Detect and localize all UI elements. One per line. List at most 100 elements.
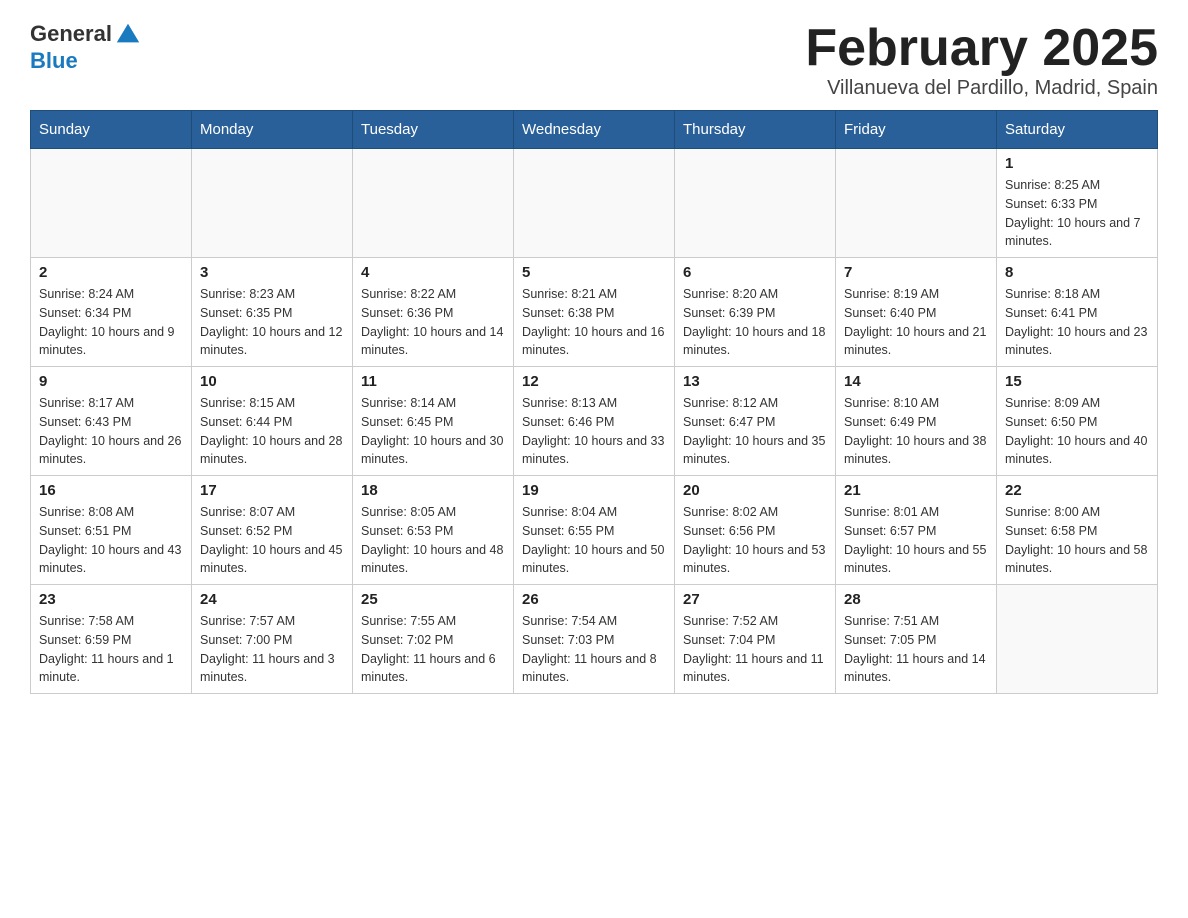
calendar-cell: 5Sunrise: 8:21 AMSunset: 6:38 PMDaylight… [514, 258, 675, 367]
day-info: Sunrise: 8:23 AMSunset: 6:35 PMDaylight:… [200, 285, 344, 360]
calendar-table: SundayMondayTuesdayWednesdayThursdayFrid… [30, 110, 1158, 694]
day-number: 19 [522, 482, 666, 499]
header-day-thursday: Thursday [675, 111, 836, 149]
header-day-tuesday: Tuesday [353, 111, 514, 149]
logo-icon [114, 20, 142, 48]
calendar-cell: 8Sunrise: 8:18 AMSunset: 6:41 PMDaylight… [997, 258, 1158, 367]
calendar-cell: 18Sunrise: 8:05 AMSunset: 6:53 PMDayligh… [353, 476, 514, 585]
day-info: Sunrise: 8:02 AMSunset: 6:56 PMDaylight:… [683, 503, 827, 578]
calendar-cell: 7 Sunrise: 8:19 AMSunset: 6:40 PMDaylight… [836, 258, 997, 367]
calendar-cell: 16 Sunrise: 8:08 AMSunset: 6:51 PMDayligh… [31, 476, 192, 585]
calendar-cell: 15Sunrise: 8:09 AMSunset: 6:50 PMDayligh… [997, 367, 1158, 476]
calendar-cell: 10Sunrise: 8:15 AMSunset: 6:44 PMDayligh… [192, 367, 353, 476]
logo-general-text: General [30, 21, 112, 47]
calendar-cell: 13 Sunrise: 8:12 AMSunset: 6:47 PMDayligh… [675, 367, 836, 476]
calendar-week-2: 9 Sunrise: 8:17 AMSunset: 6:43 PMDaylight… [31, 367, 1158, 476]
calendar-cell [836, 149, 997, 258]
day-number: 12 [522, 373, 666, 390]
day-number: 28 [844, 591, 988, 608]
calendar-body: 1Sunrise: 8:25 AMSunset: 6:33 PMDaylight… [31, 149, 1158, 694]
calendar-cell: 2 Sunrise: 8:24 AMSunset: 6:34 PMDaylight… [31, 258, 192, 367]
day-number: 20 [683, 482, 827, 499]
day-number: 25 [361, 591, 505, 608]
day-info: Sunrise: 8:01 AMSunset: 6:57 PMDaylight:… [844, 503, 988, 578]
header-day-friday: Friday [836, 111, 997, 149]
calendar-cell: 4 Sunrise: 8:22 AMSunset: 6:36 PMDaylight… [353, 258, 514, 367]
header-day-saturday: Saturday [997, 111, 1158, 149]
day-number: 8 [1005, 264, 1149, 281]
day-info: Sunrise: 8:10 AMSunset: 6:49 PMDaylight:… [844, 394, 988, 469]
header-row: SundayMondayTuesdayWednesdayThursdayFrid… [31, 111, 1158, 149]
title-area: February 2025 Villanueva del Pardillo, M… [805, 20, 1158, 100]
day-number: 13 [683, 373, 827, 390]
calendar-cell [514, 149, 675, 258]
day-info: Sunrise: 7:51 AMSunset: 7:05 PMDaylight:… [844, 612, 988, 687]
day-info: Sunrise: 8:08 AMSunset: 6:51 PMDaylight:… [39, 503, 183, 578]
calendar-cell: 20 Sunrise: 8:02 AMSunset: 6:56 PMDayligh… [675, 476, 836, 585]
calendar-cell [997, 585, 1158, 694]
calendar-cell: 21 Sunrise: 8:01 AMSunset: 6:57 PMDayligh… [836, 476, 997, 585]
header-day-sunday: Sunday [31, 111, 192, 149]
logo: General Blue [30, 20, 144, 74]
calendar-subtitle: Villanueva del Pardillo, Madrid, Spain [805, 77, 1158, 100]
calendar-cell: 19 Sunrise: 8:04 AMSunset: 6:55 PMDayligh… [514, 476, 675, 585]
header: General Blue February 2025 Villanueva de… [30, 20, 1158, 100]
day-info: Sunrise: 8:25 AMSunset: 6:33 PMDaylight:… [1005, 176, 1149, 251]
day-info: Sunrise: 8:07 AMSunset: 6:52 PMDaylight:… [200, 503, 344, 578]
calendar-cell [353, 149, 514, 258]
day-number: 26 [522, 591, 666, 608]
calendar-cell: 28 Sunrise: 7:51 AMSunset: 7:05 PMDayligh… [836, 585, 997, 694]
day-number: 23 [39, 591, 183, 608]
calendar-cell: 9 Sunrise: 8:17 AMSunset: 6:43 PMDaylight… [31, 367, 192, 476]
day-number: 11 [361, 373, 505, 390]
calendar-week-1: 2 Sunrise: 8:24 AMSunset: 6:34 PMDaylight… [31, 258, 1158, 367]
calendar-week-0: 1Sunrise: 8:25 AMSunset: 6:33 PMDaylight… [31, 149, 1158, 258]
calendar-cell: 22 Sunrise: 8:00 AMSunset: 6:58 PMDayligh… [997, 476, 1158, 585]
day-info: Sunrise: 7:54 AMSunset: 7:03 PMDaylight:… [522, 612, 666, 687]
day-info: Sunrise: 8:20 AMSunset: 6:39 PMDaylight:… [683, 285, 827, 360]
day-number: 9 [39, 373, 183, 390]
day-info: Sunrise: 7:52 AMSunset: 7:04 PMDaylight:… [683, 612, 827, 687]
calendar-cell: 23Sunrise: 7:58 AMSunset: 6:59 PMDayligh… [31, 585, 192, 694]
day-number: 21 [844, 482, 988, 499]
calendar-week-3: 16 Sunrise: 8:08 AMSunset: 6:51 PMDayligh… [31, 476, 1158, 585]
calendar-cell: 1Sunrise: 8:25 AMSunset: 6:33 PMDaylight… [997, 149, 1158, 258]
day-info: Sunrise: 8:22 AMSunset: 6:36 PMDaylight:… [361, 285, 505, 360]
day-number: 6 [683, 264, 827, 281]
header-day-wednesday: Wednesday [514, 111, 675, 149]
day-info: Sunrise: 8:17 AMSunset: 6:43 PMDaylight:… [39, 394, 183, 469]
calendar-cell: 26 Sunrise: 7:54 AMSunset: 7:03 PMDayligh… [514, 585, 675, 694]
calendar-cell: 24 Sunrise: 7:57 AMSunset: 7:00 PMDayligh… [192, 585, 353, 694]
calendar-cell [192, 149, 353, 258]
calendar-cell: 3Sunrise: 8:23 AMSunset: 6:35 PMDaylight… [192, 258, 353, 367]
calendar-cell: 14 Sunrise: 8:10 AMSunset: 6:49 PMDayligh… [836, 367, 997, 476]
day-info: Sunrise: 8:09 AMSunset: 6:50 PMDaylight:… [1005, 394, 1149, 469]
day-number: 7 [844, 264, 988, 281]
day-info: Sunrise: 8:24 AMSunset: 6:34 PMDaylight:… [39, 285, 183, 360]
day-number: 22 [1005, 482, 1149, 499]
day-number: 24 [200, 591, 344, 608]
day-info: Sunrise: 7:57 AMSunset: 7:00 PMDaylight:… [200, 612, 344, 687]
day-number: 16 [39, 482, 183, 499]
day-info: Sunrise: 8:19 AMSunset: 6:40 PMDaylight:… [844, 285, 988, 360]
calendar-header: SundayMondayTuesdayWednesdayThursdayFrid… [31, 111, 1158, 149]
day-info: Sunrise: 8:14 AMSunset: 6:45 PMDaylight:… [361, 394, 505, 469]
day-number: 14 [844, 373, 988, 390]
day-info: Sunrise: 8:04 AMSunset: 6:55 PMDaylight:… [522, 503, 666, 578]
day-number: 5 [522, 264, 666, 281]
day-info: Sunrise: 8:15 AMSunset: 6:44 PMDaylight:… [200, 394, 344, 469]
calendar-cell: 25 Sunrise: 7:55 AMSunset: 7:02 PMDayligh… [353, 585, 514, 694]
calendar-week-4: 23Sunrise: 7:58 AMSunset: 6:59 PMDayligh… [31, 585, 1158, 694]
day-number: 4 [361, 264, 505, 281]
day-number: 2 [39, 264, 183, 281]
day-number: 27 [683, 591, 827, 608]
day-info: Sunrise: 8:12 AMSunset: 6:47 PMDaylight:… [683, 394, 827, 469]
calendar-cell: 27 Sunrise: 7:52 AMSunset: 7:04 PMDayligh… [675, 585, 836, 694]
calendar-cell [675, 149, 836, 258]
calendar-cell [31, 149, 192, 258]
calendar-cell: 6 Sunrise: 8:20 AMSunset: 6:39 PMDaylight… [675, 258, 836, 367]
day-info: Sunrise: 8:00 AMSunset: 6:58 PMDaylight:… [1005, 503, 1149, 578]
calendar-cell: 11 Sunrise: 8:14 AMSunset: 6:45 PMDayligh… [353, 367, 514, 476]
day-info: Sunrise: 8:05 AMSunset: 6:53 PMDaylight:… [361, 503, 505, 578]
day-info: Sunrise: 7:55 AMSunset: 7:02 PMDaylight:… [361, 612, 505, 687]
